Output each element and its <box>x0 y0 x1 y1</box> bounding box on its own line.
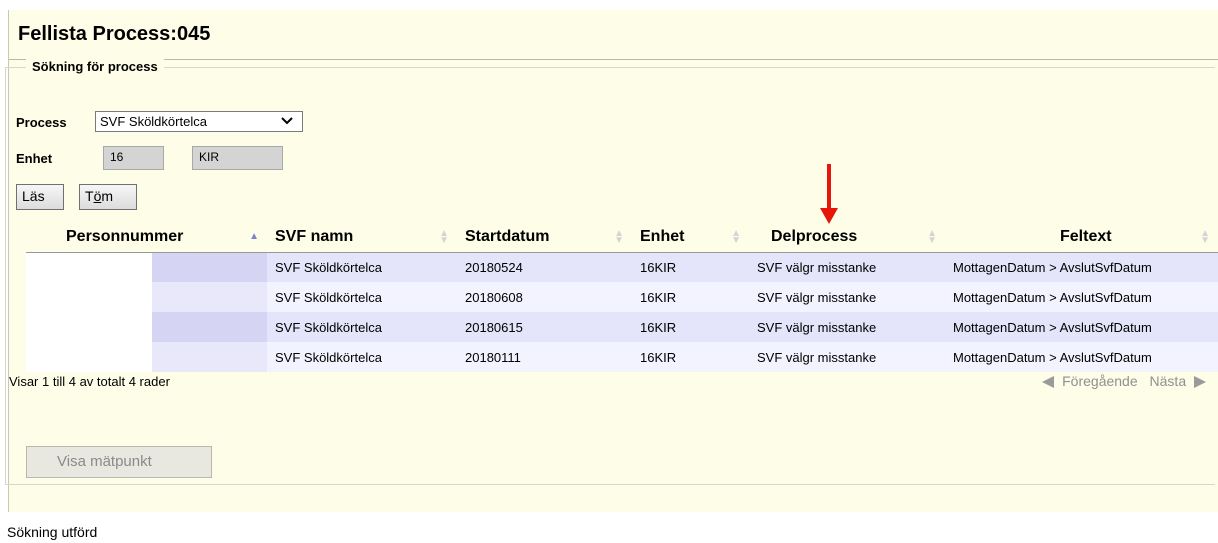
column-header-label: SVF namn <box>275 227 354 245</box>
table-row[interactable]: SVF Sköldkörtelca 20180111 16KIR SVF väl… <box>26 342 1218 372</box>
table-row[interactable]: SVF Sköldkörtelca 20180524 16KIR SVF väl… <box>26 252 1218 282</box>
cell-svf-namn: SVF Sköldkörtelca <box>267 252 457 282</box>
table-info: Visar 1 till 4 av totalt 4 rader <box>9 374 170 389</box>
cell-startdatum: 20180608 <box>457 282 632 312</box>
enhet-name-field[interactable]: KIR <box>192 146 283 170</box>
column-header-personnummer[interactable]: Personnummer ▲ <box>26 222 267 253</box>
column-header-label: Enhet <box>640 227 685 245</box>
prev-page-link[interactable]: Föregående <box>1062 373 1138 389</box>
prev-arrow-icon[interactable] <box>1042 376 1055 389</box>
process-label: Process <box>16 115 67 130</box>
sort-asc-icon: ▲ <box>249 231 259 242</box>
title-divider <box>9 59 1218 60</box>
cell-spacer <box>152 312 267 342</box>
enhet-code-field[interactable]: 16 <box>103 146 164 170</box>
cell-delprocess: SVF välgr misstanke <box>749 282 945 312</box>
cell-spacer <box>152 282 267 312</box>
column-header-label: Feltext <box>1060 227 1112 245</box>
column-header-enhet[interactable]: Enhet ▲ ▼ <box>632 222 749 253</box>
next-page-link[interactable]: Nästa <box>1150 373 1187 389</box>
cell-enhet: 16KIR <box>632 342 749 372</box>
cell-delprocess: SVF välgr misstanke <box>749 252 945 282</box>
next-arrow-icon[interactable] <box>1194 376 1206 389</box>
sort-icon: ▲ ▼ <box>614 228 624 246</box>
status-text: Sökning utförd <box>7 524 98 540</box>
cell-enhet: 16KIR <box>632 312 749 342</box>
table-header-row: Personnummer ▲ SVF namn ▲ ▼ Startdatum ▲ ▼… <box>26 222 1218 253</box>
sort-icon: ▲ ▼ <box>731 228 741 246</box>
table-row[interactable]: SVF Sköldkörtelca 20180608 16KIR SVF väl… <box>26 282 1218 312</box>
read-button[interactable]: Läs <box>16 184 64 210</box>
cell-personnummer-redacted <box>26 312 152 342</box>
sort-icon: ▲ ▼ <box>1200 228 1210 246</box>
cell-svf-namn: SVF Sköldkörtelca <box>267 282 457 312</box>
column-header-feltext[interactable]: Feltext ▲ ▼ <box>945 222 1218 253</box>
page-title: Fellista Process:045 <box>18 23 211 45</box>
red-arrow-icon <box>820 164 838 224</box>
cell-svf-namn: SVF Sköldkörtelca <box>267 312 457 342</box>
enhet-label: Enhet <box>16 151 53 166</box>
cell-spacer <box>152 252 267 282</box>
error-table: Personnummer ▲ SVF namn ▲ ▼ Startdatum ▲ ▼… <box>26 222 1218 372</box>
cell-enhet: 16KIR <box>632 282 749 312</box>
column-header-label: Personnummer <box>66 227 184 245</box>
clear-button[interactable]: Töm <box>79 184 137 210</box>
cell-personnummer-redacted <box>26 342 152 372</box>
search-legend: Sökning för process <box>26 59 164 74</box>
process-select-value: SVF Sköldkörtelca <box>100 114 207 129</box>
cell-startdatum: 20180524 <box>457 252 632 282</box>
visa-matpunkt-button[interactable]: Visa mätpunkt <box>26 446 212 478</box>
cell-startdatum: 20180615 <box>457 312 632 342</box>
cell-delprocess: SVF välgr misstanke <box>749 342 945 372</box>
cell-startdatum: 20180111 <box>457 342 632 372</box>
visa-matpunkt-label: Visa mätpunkt <box>57 453 152 470</box>
sort-icon: ▲ ▼ <box>927 228 937 246</box>
column-header-svf-namn[interactable]: SVF namn ▲ ▼ <box>267 222 457 253</box>
clear-button-label: T <box>85 188 94 204</box>
cell-enhet: 16KIR <box>632 252 749 282</box>
chevron-down-icon <box>281 117 293 125</box>
cell-feltext: MottagenDatum > AvslutSvfDatum <box>945 312 1218 342</box>
cell-delprocess: SVF välgr misstanke <box>749 312 945 342</box>
table-row[interactable]: SVF Sköldkörtelca 20180615 16KIR SVF väl… <box>26 312 1218 342</box>
cell-spacer <box>152 342 267 372</box>
cell-personnummer-redacted <box>26 282 152 312</box>
read-button-label: Läs <box>22 188 45 204</box>
cell-feltext: MottagenDatum > AvslutSvfDatum <box>945 252 1218 282</box>
column-header-delprocess[interactable]: Delprocess ▲ ▼ <box>749 222 945 253</box>
cell-svf-namn: SVF Sköldkörtelca <box>267 342 457 372</box>
cell-feltext: MottagenDatum > AvslutSvfDatum <box>945 282 1218 312</box>
clear-button-label-end: m <box>101 188 114 204</box>
column-header-label: Startdatum <box>465 227 550 245</box>
cell-feltext: MottagenDatum > AvslutSvfDatum <box>945 342 1218 372</box>
process-select[interactable]: SVF Sköldkörtelca <box>95 111 303 132</box>
cell-personnummer-redacted <box>26 252 152 282</box>
sort-icon: ▲ ▼ <box>439 228 449 246</box>
column-header-label: Delprocess <box>771 227 858 245</box>
column-header-startdatum[interactable]: Startdatum ▲ ▼ <box>457 222 632 253</box>
pagination: Föregående Nästa <box>1042 373 1206 389</box>
